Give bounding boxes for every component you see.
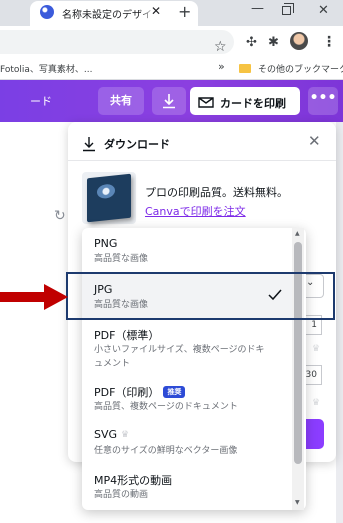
bookmarks-overflow-icon[interactable]: » (218, 60, 225, 73)
red-arrow-icon (0, 284, 68, 310)
book-image (87, 173, 131, 223)
minimize-icon[interactable]: — (251, 1, 264, 16)
option-title: SVG (94, 428, 118, 441)
option-svg[interactable]: SVG ♛ 任意のサイズの鮮明なベクター画像 (82, 422, 292, 466)
file-type-dropdown: PNG 高品質な画像 JPG 高品質な画像 PDF（標準） 小さいファイルサイズ… (82, 228, 306, 510)
option-title: PDF（印刷） (94, 386, 160, 399)
truck-icon (198, 97, 214, 108)
editor-side-strip (336, 122, 343, 523)
option-mp4[interactable]: MP4形式の動画 高品質の動画 (82, 466, 292, 510)
bookmark-star-icon[interactable]: ☆ (214, 39, 227, 55)
option-pdf-standard[interactable]: PDF（標準） 小さいファイルサイズ、複数ページのドキ ュメント (82, 320, 292, 378)
tab-close-icon[interactable]: ✕ (151, 4, 161, 18)
other-bookmarks[interactable]: その他のブックマーク (258, 62, 343, 75)
canva-favicon-icon (40, 5, 54, 19)
option-png[interactable]: PNG 高品質な画像 (82, 228, 292, 274)
new-tab-button[interactable]: + (178, 2, 191, 21)
restore-icon[interactable] (282, 3, 294, 15)
option-desc: 高品質、複数ページのドキュメント (94, 402, 238, 412)
profile-avatar[interactable] (290, 32, 308, 50)
extension-icon[interactable]: ✣ (246, 35, 257, 50)
bookmark-fotolia[interactable]: Fotolia、写真素材、... (0, 62, 93, 75)
crown-icon: ♛ (312, 344, 321, 354)
crown-icon: ♛ (312, 398, 321, 408)
chrome-menu-icon[interactable]: ⋮ (322, 34, 336, 50)
tab-strip: 名称未設定のデザイ ✕ + — ✕ (0, 0, 343, 26)
address-bar[interactable]: ☆ (0, 30, 234, 55)
share-button[interactable]: 共有 (98, 87, 144, 115)
window-close-icon[interactable]: ✕ (318, 3, 329, 18)
folder-icon (239, 64, 251, 73)
option-desc: 高品質の動画 (94, 490, 149, 500)
print-promo-text: プロの印刷品質。送料無料。 (145, 186, 288, 199)
puzzle-extensions-icon[interactable]: ✱ (268, 35, 279, 50)
option-desc-cont: ュメント (94, 359, 131, 369)
panel-close-icon[interactable]: ✕ (308, 132, 321, 150)
download-button[interactable] (152, 87, 186, 115)
option-desc: 高品質な画像 (94, 254, 149, 264)
print-card-button[interactable]: カードを印刷 (190, 87, 300, 115)
print-card-label: カードを印刷 (220, 97, 286, 110)
panel-title: ダウンロード (104, 138, 170, 151)
option-desc: 小さいファイルサイズ、複数ページのドキ (94, 345, 265, 355)
panel-divider (68, 160, 336, 161)
recommended-badge: 推奨 (163, 386, 186, 398)
scroll-down-icon[interactable]: ▼ (295, 499, 300, 506)
rotate-icon[interactable]: ↻ (54, 208, 66, 224)
scroll-up-icon[interactable]: ▲ (295, 230, 300, 237)
order-print-link[interactable]: Canvaで印刷を注文 (145, 203, 246, 219)
canva-header: ード 共有 カードを印刷 ••• (0, 80, 343, 122)
panel-download-icon (83, 137, 95, 152)
option-title: PDF（標準） (94, 329, 160, 342)
bookmarks-bar: Fotolia、写真素材、... » その他のブックマーク (0, 58, 343, 80)
option-title: MP4形式の動画 (94, 474, 173, 487)
option-title-row: SVG ♛ (94, 428, 129, 441)
option-pdf-print[interactable]: PDF（印刷） 推奨 高品質、複数ページのドキュメント (82, 378, 292, 422)
download-icon (163, 94, 175, 109)
option-title-row: PDF（印刷） 推奨 (94, 384, 186, 400)
crown-icon: ♛ (121, 430, 130, 440)
option-desc: 任意のサイズの鮮明なベクター画像 (94, 446, 238, 456)
header-card-label[interactable]: ード (30, 93, 52, 109)
highlight-box (66, 272, 335, 320)
more-options-button[interactable]: ••• (308, 87, 338, 115)
option-title: PNG (94, 237, 118, 250)
